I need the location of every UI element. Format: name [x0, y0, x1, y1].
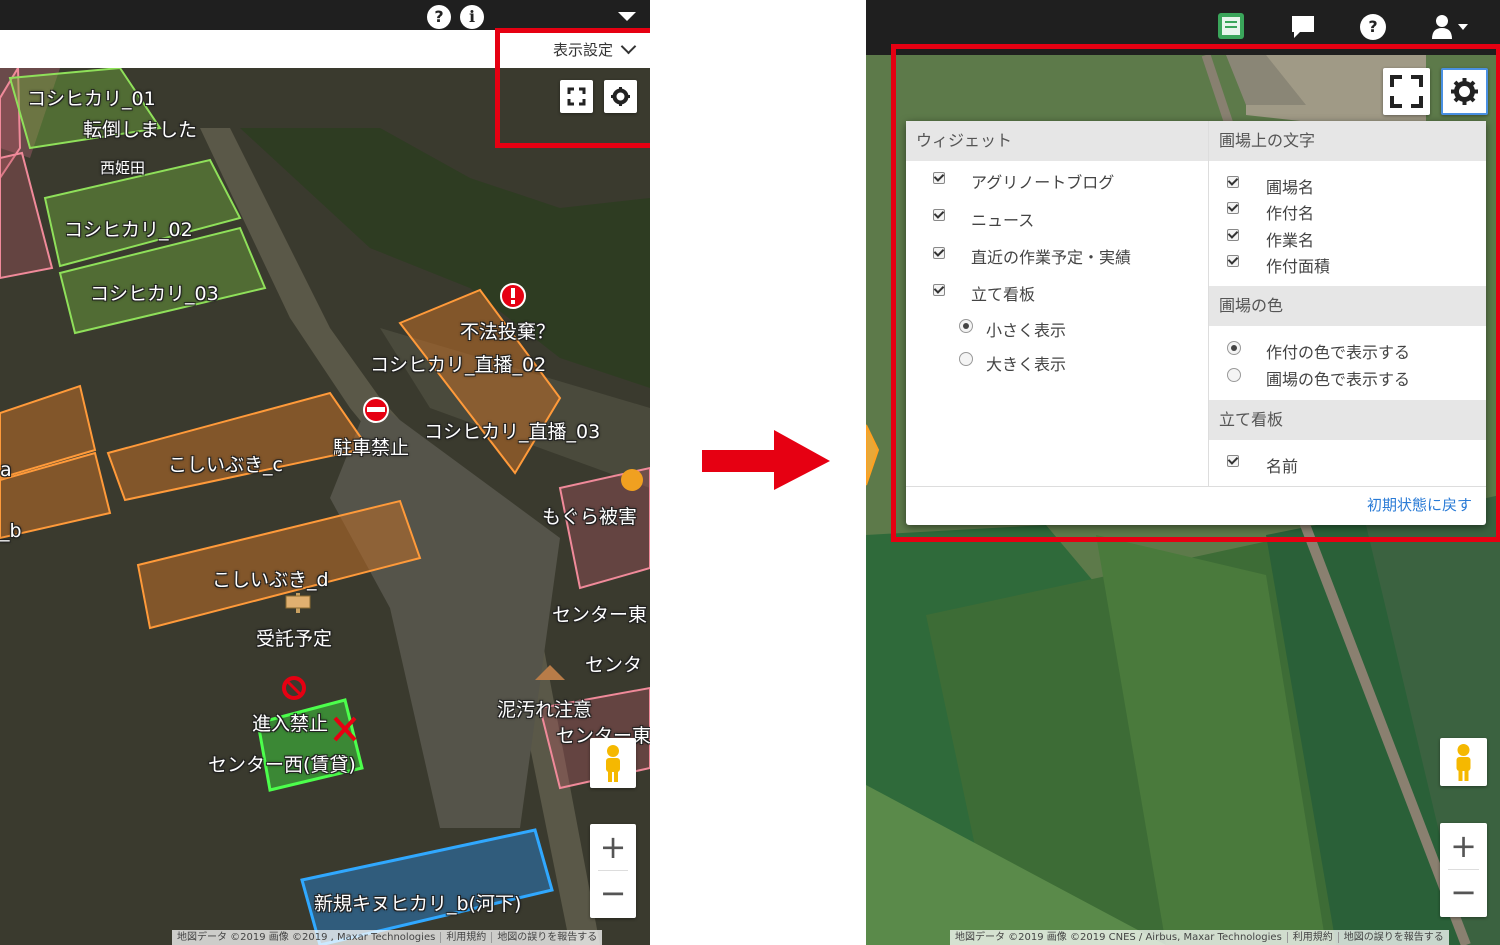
info-icon[interactable]: i — [460, 5, 484, 29]
map-label[interactable]: 新規キヌヒカリ_b(河下) — [314, 889, 521, 916]
zoom-out-button[interactable]: − — [590, 871, 636, 917]
left-screenshot: ? i 表示設定 コシヒカリ_01 転倒しました 西姫田 コシヒカリ_02 コシ… — [0, 0, 650, 945]
map-label[interactable]: コシヒカリ_01 — [27, 84, 156, 111]
account-dropdown-icon[interactable] — [618, 12, 636, 21]
highlight-box — [495, 28, 650, 148]
zoom-control: + − — [590, 824, 636, 918]
map-label[interactable]: 駐車禁止 — [333, 433, 409, 460]
map-label[interactable]: センタ — [585, 650, 642, 677]
map-label: 西姫田 — [100, 159, 146, 177]
right-screenshot: ? ウィジェット 圃場上の文字 アグリノートブログ ニュース 直近の作業予定・実… — [866, 0, 1500, 945]
map-label[interactable]: 泥汚れ注意 — [497, 695, 592, 722]
report-error-link[interactable]: 地図の誤りを報告する — [1337, 932, 1449, 943]
terms-link[interactable]: 利用規約 — [440, 932, 492, 943]
map-label[interactable]: 進入禁止 — [252, 709, 328, 736]
map-label[interactable]: コシヒカリ_直播_02 — [370, 350, 546, 377]
map-label[interactable]: コシヒカリ_直播_03 — [424, 417, 600, 444]
arrow-right-icon — [702, 430, 830, 490]
user-account-icon[interactable] — [1430, 12, 1470, 42]
help-icon[interactable]: ? — [427, 5, 451, 29]
pegman-icon — [1456, 744, 1471, 781]
pegman-icon — [606, 745, 620, 782]
highlight-box — [891, 44, 1500, 542]
zoom-control: + − — [1440, 823, 1487, 917]
map-label[interactable]: 転倒しました — [83, 115, 197, 142]
map-label[interactable]: センター西(賃貸) — [208, 750, 356, 777]
map-label[interactable]: もぐら被害 — [542, 502, 637, 529]
map-attribution: 地図データ ©2019 画像 ©2019 , Maxar Technologie… — [172, 930, 603, 945]
zoom-out-button[interactable]: − — [1440, 870, 1487, 916]
map-label[interactable]: 受託予定 — [256, 624, 332, 651]
top-bar: ? i — [0, 0, 650, 30]
map-label[interactable]: コシヒカリ_03 — [90, 279, 219, 306]
map-label[interactable]: こしいぶき_d — [212, 565, 329, 592]
report-error-link[interactable]: 地図の誤りを報告する — [491, 932, 603, 943]
map-label[interactable]: 不法投棄？ — [460, 317, 555, 344]
help-icon[interactable]: ? — [1360, 14, 1386, 40]
map-attribution: 地図データ ©2019 画像 ©2019 CNES / Airbus, Maxa… — [950, 930, 1449, 945]
map-label[interactable]: こしいぶき_c — [168, 450, 283, 477]
map-label[interactable]: _b — [0, 520, 22, 542]
map-label[interactable]: コシヒカリ_02 — [64, 215, 193, 242]
street-view-pegman[interactable] — [590, 738, 636, 788]
street-view-pegman[interactable] — [1440, 738, 1487, 786]
zoom-in-button[interactable]: + — [1440, 823, 1487, 869]
satellite-map[interactable]: コシヒカリ_01 転倒しました 西姫田 コシヒカリ_02 コシヒカリ_03 不法… — [0, 64, 650, 945]
map-label[interactable]: a — [0, 459, 12, 481]
terms-link[interactable]: 利用規約 — [1286, 932, 1338, 943]
zoom-in-button[interactable]: + — [590, 824, 636, 870]
map-label[interactable]: センター東 — [552, 600, 647, 627]
attribution-text: 地図データ ©2019 画像 ©2019 CNES / Airbus, Maxa… — [955, 932, 1282, 943]
notebook-icon[interactable] — [1217, 12, 1245, 40]
attribution-text: 地図データ ©2019 画像 ©2019 , Maxar Technologie… — [177, 932, 436, 943]
message-icon[interactable] — [1290, 14, 1316, 40]
